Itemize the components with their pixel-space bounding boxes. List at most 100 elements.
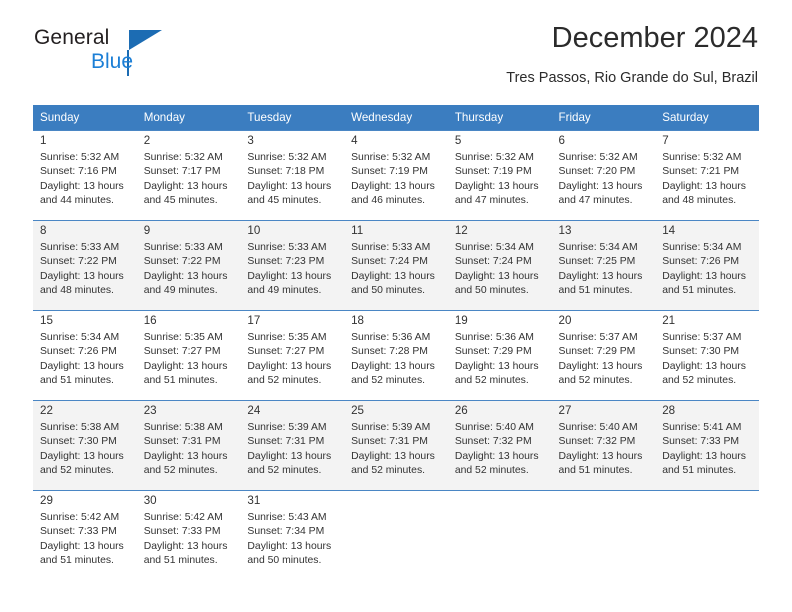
daylight-text-line2: and 52 minutes.: [247, 465, 322, 477]
calendar-day-cell[interactable]: 25 Sunrise: 5:39 AM Sunset: 7:31 PM Dayligh…: [344, 400, 448, 491]
day-number: 15: [40, 314, 53, 327]
calendar-day-cell[interactable]: 1 Sunrise: 5:32 AM Sunset: 7:16 PM Daylight…: [33, 130, 137, 221]
daylight-text-line2: and 52 minutes.: [143, 465, 218, 477]
day-details: Sunrise: 5:33 AM Sunset: 7:23 PM Daylight:…: [240, 240, 344, 299]
sunrise-text: Sunrise: 5:33 AM: [247, 242, 327, 253]
sunrise-text: Sunrise: 5:32 AM: [247, 152, 327, 163]
daylight-text-line1: Daylight: 13 hours: [143, 450, 228, 462]
daylight-text-line1: Daylight: 13 hours: [351, 360, 435, 372]
page-title: December 2024: [551, 22, 758, 54]
page-header: General Blue December 2024 Tres Passos, …: [34, 22, 758, 94]
day-number: 12: [454, 224, 468, 237]
daylight-text-line2: and 46 minutes.: [351, 195, 426, 207]
day-number: 13: [558, 224, 572, 237]
calendar-day-cell[interactable]: 10 Sunrise: 5:33 AM Sunset: 7:23 PM Dayligh…: [240, 220, 345, 311]
calendar-day-cell[interactable]: 16 Sunrise: 5:35 AM Sunset: 7:27 PM Dayligh…: [136, 310, 241, 401]
daylight-text-line1: Daylight: 13 hours: [40, 180, 124, 192]
calendar-day-cell[interactable]: 23 Sunrise: 5:38 AM Sunset: 7:31 PM Dayligh…: [136, 400, 241, 491]
daylight-text-line2: and 52 minutes.: [454, 465, 529, 477]
sunset-text: Sunset: 7:26 PM: [662, 256, 740, 268]
calendar-day-cell[interactable]: 22 Sunrise: 5:38 AM Sunset: 7:30 PM Dayligh…: [33, 400, 137, 491]
calendar-day-cell[interactable]: 13 Sunrise: 5:34 AM Sunset: 7:25 PM Dayligh…: [551, 220, 656, 311]
daylight-text-line2: and 52 minutes.: [558, 375, 633, 387]
sunrise-text: Sunrise: 5:40 AM: [454, 422, 534, 433]
daylight-text-line2: and 48 minutes.: [40, 285, 114, 297]
calendar-day-cell[interactable]: 20 Sunrise: 5:37 AM Sunset: 7:29 PM Dayligh…: [551, 310, 656, 401]
day-number: 5: [454, 134, 462, 147]
calendar-body: 1 Sunrise: 5:32 AM Sunset: 7:16 PM Daylight…: [33, 130, 759, 580]
sunrise-text: Sunrise: 5:36 AM: [351, 332, 431, 343]
sunset-text: Sunset: 7:25 PM: [558, 256, 636, 268]
sunset-text: Sunset: 7:23 PM: [247, 256, 325, 268]
daylight-text-line1: Daylight: 13 hours: [247, 540, 332, 552]
day-details: Sunrise: 5:36 AM Sunset: 7:29 PM Daylight:…: [448, 330, 552, 389]
daylight-text-line2: and 51 minutes.: [662, 285, 737, 297]
calendar-day-cell[interactable]: 15 Sunrise: 5:34 AM Sunset: 7:26 PM Dayligh…: [33, 310, 137, 401]
calendar-day-cell[interactable]: 4 Sunrise: 5:32 AM Sunset: 7:19 PM Daylight…: [344, 130, 448, 221]
daylight-text-line1: Daylight: 13 hours: [143, 180, 228, 192]
day-number: 3: [247, 134, 254, 147]
day-details: Sunrise: 5:39 AM Sunset: 7:31 PM Daylight:…: [344, 420, 448, 479]
calendar-day-cell[interactable]: 3 Sunrise: 5:32 AM Sunset: 7:18 PM Daylight…: [240, 130, 345, 221]
calendar-day-cell[interactable]: 9 Sunrise: 5:33 AM Sunset: 7:22 PM Daylight…: [136, 220, 241, 311]
calendar-day-cell[interactable]: 5 Sunrise: 5:32 AM Sunset: 7:19 PM Daylight…: [447, 130, 552, 221]
sunset-text: Sunset: 7:32 PM: [454, 436, 532, 448]
daylight-text-line2: and 48 minutes.: [662, 195, 737, 207]
calendar-day-cell[interactable]: 7 Sunrise: 5:32 AM Sunset: 7:21 PM Daylight…: [655, 130, 759, 221]
calendar-day-cell[interactable]: 27 Sunrise: 5:40 AM Sunset: 7:32 PM Dayligh…: [551, 400, 656, 491]
day-number: 1: [40, 134, 47, 147]
day-details: Sunrise: 5:33 AM Sunset: 7:22 PM Daylight:…: [33, 240, 137, 299]
calendar-day-cell[interactable]: 2 Sunrise: 5:32 AM Sunset: 7:17 PM Daylight…: [136, 130, 241, 221]
sunrise-text: Sunrise: 5:38 AM: [143, 422, 223, 433]
daylight-text-line1: Daylight: 13 hours: [247, 360, 332, 372]
daylight-text-line2: and 45 minutes.: [143, 195, 218, 207]
day-number: 25: [351, 404, 365, 417]
calendar-day-cell[interactable]: 24 Sunrise: 5:39 AM Sunset: 7:31 PM Dayligh…: [240, 400, 345, 491]
calendar-day-cell[interactable]: 29 Sunrise: 5:42 AM Sunset: 7:33 PM Dayligh…: [33, 490, 137, 580]
sunset-text: Sunset: 7:27 PM: [247, 346, 325, 358]
sunset-text: Sunset: 7:22 PM: [143, 256, 221, 268]
sunrise-text: Sunrise: 5:37 AM: [558, 332, 638, 343]
sunset-text: Sunset: 7:26 PM: [40, 346, 117, 358]
sunset-text: Sunset: 7:27 PM: [143, 346, 221, 358]
calendar-day-cell[interactable]: 21 Sunrise: 5:37 AM Sunset: 7:30 PM Dayligh…: [655, 310, 759, 401]
sunrise-text: Sunrise: 5:39 AM: [351, 422, 431, 433]
sunset-text: Sunset: 7:31 PM: [247, 436, 325, 448]
day-details: Sunrise: 5:32 AM Sunset: 7:19 PM Daylight:…: [344, 150, 448, 209]
calendar-day-cell[interactable]: 14 Sunrise: 5:34 AM Sunset: 7:26 PM Dayligh…: [655, 220, 759, 311]
calendar-day-cell[interactable]: 12 Sunrise: 5:34 AM Sunset: 7:24 PM Dayligh…: [447, 220, 552, 311]
calendar-day-cell[interactable]: 6 Sunrise: 5:32 AM Sunset: 7:20 PM Daylight…: [551, 130, 656, 221]
calendar-day-cell[interactable]: 8 Sunrise: 5:33 AM Sunset: 7:22 PM Daylight…: [33, 220, 137, 311]
day-number: 14: [662, 224, 676, 237]
sunrise-text: Sunrise: 5:33 AM: [40, 242, 120, 253]
day-number: 22: [40, 404, 53, 417]
calendar-day-cell[interactable]: 17 Sunrise: 5:35 AM Sunset: 7:27 PM Dayligh…: [240, 310, 345, 401]
sunrise-text: Sunrise: 5:38 AM: [40, 422, 120, 433]
daylight-text-line1: Daylight: 13 hours: [247, 180, 332, 192]
calendar-day-cell[interactable]: 18 Sunrise: 5:36 AM Sunset: 7:28 PM Dayligh…: [344, 310, 448, 401]
calendar-day-cell[interactable]: 26 Sunrise: 5:40 AM Sunset: 7:32 PM Dayligh…: [447, 400, 552, 491]
calendar-day-cell[interactable]: 11 Sunrise: 5:33 AM Sunset: 7:24 PM Dayligh…: [344, 220, 448, 311]
weekday-header-monday: Monday: [136, 105, 241, 131]
sunset-text: Sunset: 7:24 PM: [351, 256, 428, 268]
day-number: 17: [247, 314, 261, 327]
calendar-day-cell[interactable]: 28 Sunrise: 5:41 AM Sunset: 7:33 PM Dayligh…: [655, 400, 759, 491]
calendar-day-cell[interactable]: 31 Sunrise: 5:43 AM Sunset: 7:34 PM Dayligh…: [240, 490, 345, 580]
sunrise-text: Sunrise: 5:35 AM: [247, 332, 327, 343]
brand-logo[interactable]: General Blue: [34, 26, 254, 84]
daylight-text-line1: Daylight: 13 hours: [662, 180, 746, 192]
calendar-day-cell[interactable]: 30 Sunrise: 5:42 AM Sunset: 7:33 PM Dayligh…: [136, 490, 241, 580]
sunrise-text: Sunrise: 5:37 AM: [662, 332, 742, 343]
sunset-text: Sunset: 7:31 PM: [143, 436, 221, 448]
sunrise-text: Sunrise: 5:42 AM: [40, 512, 120, 523]
daylight-text-line1: Daylight: 13 hours: [143, 270, 228, 282]
daylight-text-line2: and 52 minutes.: [247, 375, 322, 387]
daylight-text-line1: Daylight: 13 hours: [351, 180, 435, 192]
day-number: 18: [351, 314, 365, 327]
calendar-day-cell[interactable]: 19 Sunrise: 5:36 AM Sunset: 7:29 PM Dayligh…: [447, 310, 552, 401]
daylight-text-line1: Daylight: 13 hours: [40, 270, 124, 282]
sunrise-text: Sunrise: 5:43 AM: [247, 512, 327, 523]
daylight-text-line2: and 51 minutes.: [662, 465, 737, 477]
day-number: 16: [143, 314, 157, 327]
day-number: 19: [454, 314, 468, 327]
